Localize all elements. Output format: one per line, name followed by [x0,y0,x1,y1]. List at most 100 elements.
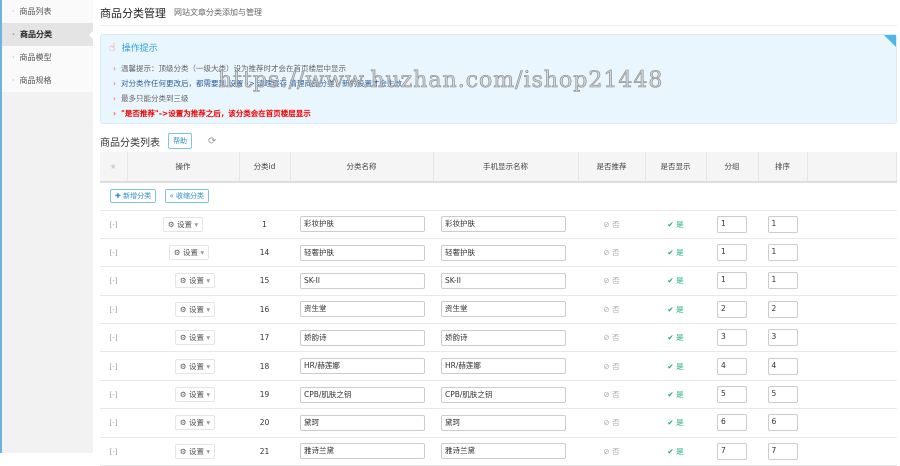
sort-input[interactable]: 1 [767,215,798,233]
category-name-input[interactable]: 轻奢护肤 [300,244,425,261]
tip-item: 最多只能分类到三级 [109,91,888,106]
sort-input[interactable]: 1 [767,244,798,262]
category-name-input[interactable]: CPB/肌肤之钥 [300,386,425,403]
category-name-input[interactable]: 娇韵诗 [300,329,425,346]
show-toggle[interactable]: ✔ 是 [645,408,706,438]
refresh-icon[interactable]: ⟳ [208,136,216,147]
category-name-input[interactable]: HR/赫莲娜 [300,358,425,375]
settings-dropdown[interactable]: ⚙ 设置 ▾ [174,301,216,317]
ban-icon: ⊘ [603,446,610,456]
show-yes: 是 [676,390,684,400]
help-button[interactable]: 帮助 [168,133,192,149]
group-input[interactable]: 4 [717,357,747,375]
group-input[interactable]: 3 [717,329,747,347]
col-mobile-name: 手机显示名称 [433,152,579,183]
expand-toggle[interactable]: [-] [110,448,118,456]
collapse-corner-icon[interactable] [884,35,896,47]
show-toggle[interactable]: ✔ 是 [645,210,706,239]
recommend-toggle[interactable]: ⊘ 否 [578,238,645,268]
group-input[interactable]: 1 [717,244,747,262]
settings-dropdown[interactable]: ⚙ 设置 ▾ [168,245,210,261]
settings-dropdown[interactable]: ⚙ 设置 ▾ [174,443,216,459]
check-circle-icon: ✔ [667,446,674,456]
settings-label: 设置 [188,390,204,400]
blank-cell [807,351,897,381]
expand-toggle[interactable]: [-] [110,419,118,427]
sort-input[interactable]: 5 [767,386,798,404]
recommend-no: 否 [612,390,620,400]
expand-toggle[interactable]: [-] [110,334,118,342]
show-toggle[interactable]: ✔ 是 [645,437,706,466]
mobile-name-input[interactable]: 资生堂 [441,301,566,318]
expand-toggle[interactable]: [-] [110,306,118,314]
mobile-name-input[interactable]: CPB/肌肤之钥 [441,386,566,403]
category-name-input[interactable]: 黛珂 [300,414,425,431]
show-yes: 是 [676,446,684,456]
table-row: [-] ⚙ 设置 ▾ 14 轻奢护肤 轻奢护肤 ⊘ 否 ✔ 是 1 1 [100,238,897,268]
sort-input[interactable]: 4 [767,357,798,375]
collapse-category-label: 收缩分类 [176,192,205,201]
col-blank [807,152,897,183]
sort-input[interactable]: 7 [767,442,798,460]
expand-toggle[interactable]: [-] [110,277,118,285]
settings-dropdown[interactable]: ⚙ 设置 ▾ [174,358,216,374]
group-input[interactable]: 6 [717,414,747,432]
category-id: 14 [239,238,290,268]
show-toggle[interactable]: ✔ 是 [645,351,706,381]
sidebar-item-product-spec[interactable]: 商品规格 [2,69,93,92]
add-category-button[interactable]: ✚ 新增分类 [110,189,157,204]
recommend-no: 否 [612,333,620,343]
show-toggle[interactable]: ✔ 是 [645,323,706,353]
sidebar-item-product-list[interactable]: 商品列表 [2,0,93,23]
expand-toggle[interactable]: [-] [110,363,118,371]
show-toggle[interactable]: ✔ 是 [645,266,706,296]
category-name-input[interactable]: 雅诗兰黛 [300,443,425,460]
page-title: 商品分类管理 [100,6,166,20]
settings-dropdown[interactable]: ⚙ 设置 ▾ [174,415,216,431]
group-input[interactable]: 1 [717,215,747,233]
group-input[interactable]: 5 [717,386,747,404]
settings-dropdown[interactable]: ⚙ 设置 ▾ [174,330,216,346]
mobile-name-input[interactable]: 娇韵诗 [441,329,566,346]
sidebar-item-product-category[interactable]: 商品分类 [2,23,93,46]
category-name-input[interactable]: 资生堂 [300,301,425,318]
mobile-name-input[interactable]: HR/赫莲娜 [441,358,566,375]
sort-input[interactable]: 2 [767,300,798,318]
sort-input[interactable]: 3 [767,329,798,347]
mobile-name-input[interactable]: 雅诗兰黛 [441,443,566,460]
col-id: 分类id [239,152,291,183]
show-toggle[interactable]: ✔ 是 [645,380,706,410]
expand-toggle[interactable]: [-] [110,221,118,229]
show-toggle[interactable]: ✔ 是 [645,238,706,268]
recommend-toggle[interactable]: ⊘ 否 [578,266,645,296]
mobile-name-input[interactable]: SK-II [441,272,566,289]
recommend-toggle[interactable]: ⊘ 否 [578,380,645,410]
expand-toggle[interactable]: [-] [110,249,118,257]
gear-icon: ⚙ [179,446,187,456]
recommend-toggle[interactable]: ⊘ 否 [578,351,645,381]
category-name-input[interactable]: SK-II [300,272,425,289]
recommend-toggle[interactable]: ⊘ 否 [578,210,645,239]
group-input[interactable]: 7 [717,442,747,460]
mobile-name-input[interactable]: 黛珂 [441,414,566,431]
recommend-toggle[interactable]: ⊘ 否 [578,408,645,438]
caret-down-icon: ▾ [194,219,199,229]
recommend-toggle[interactable]: ⊘ 否 [578,295,645,325]
settings-dropdown[interactable]: ⚙ 设置 ▾ [174,273,216,289]
category-name-input[interactable]: 彩妆护肤 [300,216,425,233]
show-toggle[interactable]: ✔ 是 [645,295,706,325]
sort-input[interactable]: 6 [767,414,798,432]
settings-dropdown[interactable]: ⚙ 设置 ▾ [174,387,216,403]
mobile-name-input[interactable]: 彩妆护肤 [441,216,566,233]
group-input[interactable]: 1 [717,272,747,290]
recommend-toggle[interactable]: ⊘ 否 [578,437,645,466]
collapse-category-button[interactable]: « 收缩分类 [164,189,210,204]
table-row: [-] ⚙ 设置 ▾ 15 SK-II SK-II ⊘ 否 ✔ 是 1 1 [100,266,897,296]
sort-input[interactable]: 1 [767,272,798,290]
expand-toggle[interactable]: [-] [110,391,118,399]
settings-dropdown[interactable]: ⚙ 设置 ▾ [162,216,204,232]
group-input[interactable]: 2 [717,300,747,318]
recommend-toggle[interactable]: ⊘ 否 [578,323,645,353]
sidebar-item-product-model[interactable]: 商品模型 [2,46,93,69]
mobile-name-input[interactable]: 轻奢护肤 [441,244,566,261]
